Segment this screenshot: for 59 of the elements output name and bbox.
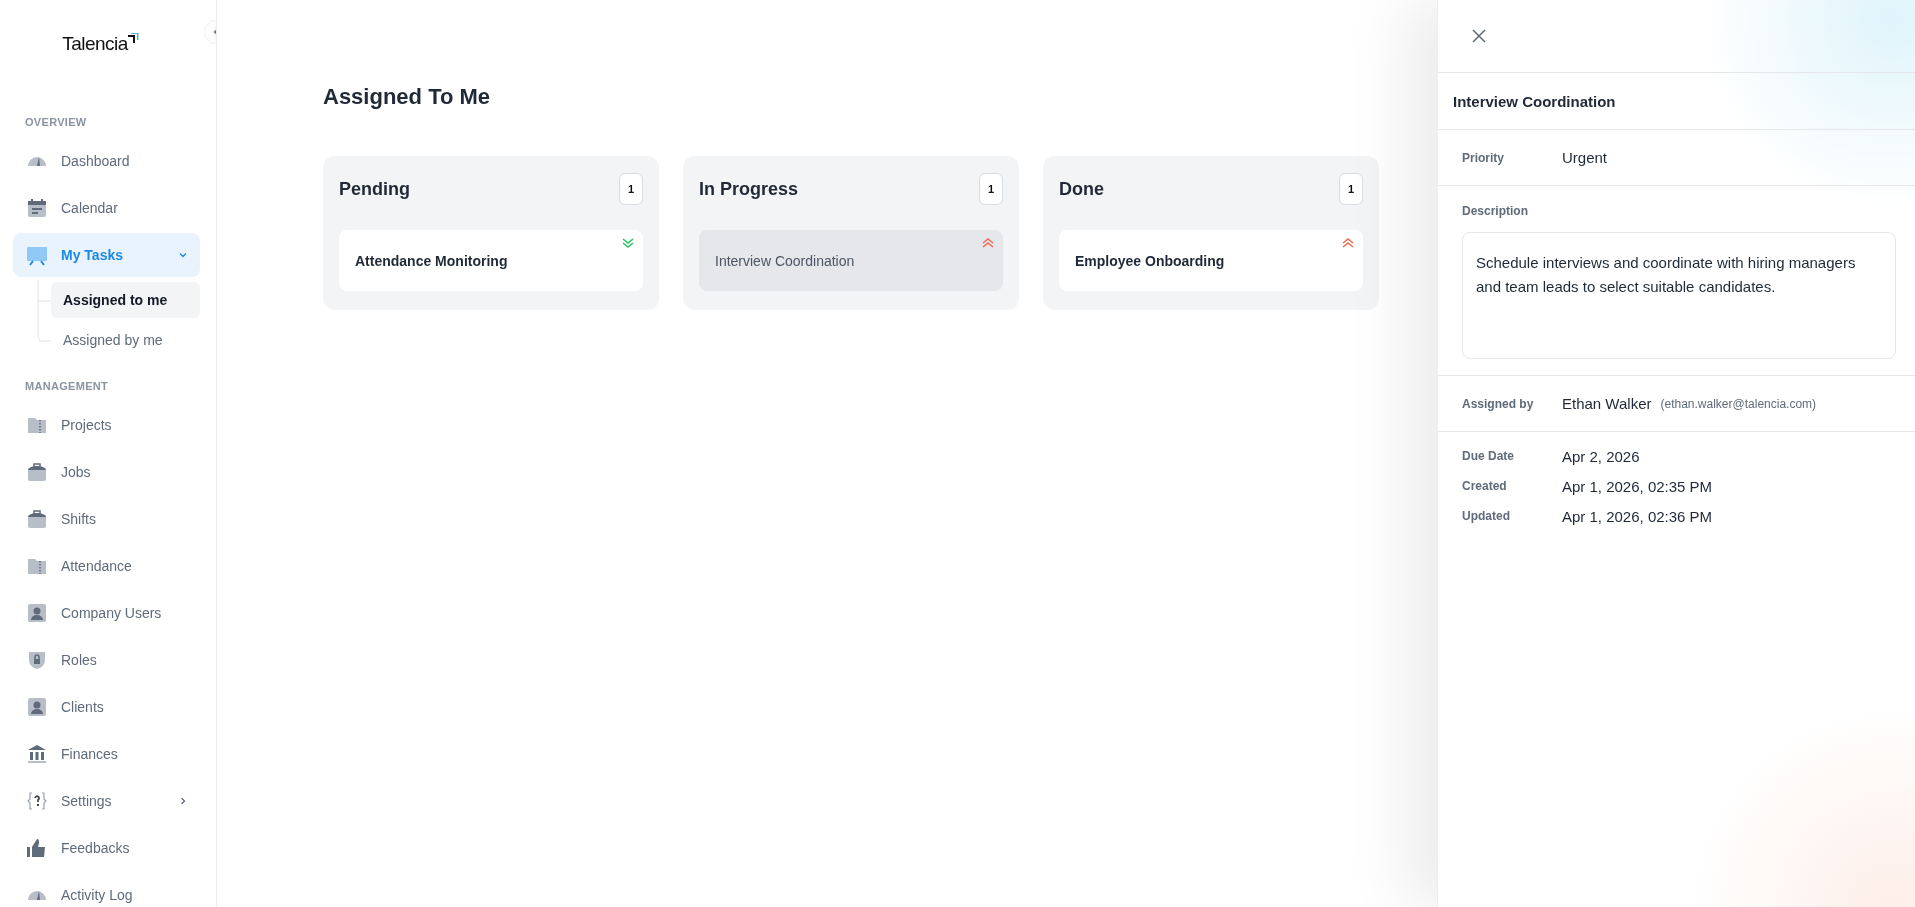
- case-icon: [26, 461, 48, 483]
- bank-icon: [26, 743, 48, 765]
- assignee-email: (ethan.walker@talencia.com): [1660, 396, 1817, 411]
- field-label: Description: [1462, 204, 1529, 218]
- board-icon: [26, 244, 48, 266]
- task-title: Attendance Monitoring: [355, 252, 508, 269]
- nav-item[interactable]: My Tasks: [13, 233, 200, 277]
- task-title: Interview Coordination: [715, 252, 855, 269]
- thumb-icon: [26, 837, 48, 859]
- field-label: Updated: [1462, 509, 1511, 523]
- person-icon: [26, 602, 48, 624]
- field-value: Urgent: [1562, 149, 1608, 166]
- field-value: Apr 1, 2026, 02:35 PM: [1562, 477, 1713, 495]
- task-card[interactable]: Interview Coordination: [699, 230, 1003, 291]
- nav-item[interactable]: Attendance: [13, 544, 200, 588]
- nav-item[interactable]: Finances: [13, 732, 200, 776]
- column-title: Done: [1059, 178, 1104, 200]
- calendar-icon: [26, 197, 48, 219]
- nav-item[interactable]: Roles: [13, 638, 200, 682]
- section-heading: MANAGEMENT: [24, 379, 110, 394]
- field-value: Apr 1, 2026, 02:36 PM: [1562, 507, 1713, 525]
- nav-item[interactable]: Shifts: [13, 497, 200, 541]
- nav-subitem[interactable]: Assigned by me: [51, 322, 200, 358]
- nav-item[interactable]: Feedbacks: [13, 826, 200, 870]
- column-title: In Progress: [699, 178, 799, 200]
- nav-item[interactable]: Settings: [13, 779, 200, 823]
- nav-item[interactable]: Company Users: [13, 591, 200, 635]
- nav-item[interactable]: Clients: [13, 685, 200, 729]
- shield-icon: [26, 649, 48, 671]
- nav-item[interactable]: Activity Log: [13, 873, 200, 907]
- nav-item[interactable]: Projects: [13, 403, 200, 447]
- gauge-icon: [26, 889, 48, 901]
- task-card[interactable]: Employee Onboarding: [1059, 230, 1363, 291]
- field-label: Created: [1462, 479, 1508, 493]
- nav-item[interactable]: Calendar: [13, 186, 200, 230]
- logo: Talencia: [62, 33, 140, 55]
- nav-subitem[interactable]: Assigned to me: [51, 282, 200, 318]
- count-badge: 1: [1339, 173, 1363, 205]
- person-icon: [26, 696, 48, 718]
- task-title: Employee Onboarding: [1075, 252, 1225, 269]
- section-heading: OVERVIEW: [24, 115, 88, 130]
- field-label: Assigned by: [1462, 396, 1535, 411]
- page-title: Assigned To Me: [323, 84, 492, 110]
- description-box: Schedule interviews and coordinate with hiring managers and team leads to select suitable candidates.: [1462, 232, 1896, 359]
- logo-mark-icon: [127, 33, 140, 43]
- gauge-icon: [26, 155, 48, 167]
- field-label: Priority: [1462, 150, 1505, 165]
- nav-item[interactable]: Jobs: [13, 450, 200, 494]
- column-title: Pending: [339, 178, 410, 200]
- task-card[interactable]: Attendance Monitoring: [339, 230, 643, 291]
- task-heading: Interview Coordination: [1438, 73, 1915, 130]
- count-badge: 1: [979, 173, 1003, 205]
- count-badge: 1: [619, 173, 643, 205]
- assignee-name: Ethan Walker: [1562, 395, 1652, 412]
- field-label: Due Date: [1462, 449, 1515, 463]
- case-icon: [26, 508, 48, 530]
- braces-icon: [26, 790, 48, 812]
- field-value: Apr 2, 2026: [1562, 447, 1640, 465]
- nav-item[interactable]: Dashboard: [13, 139, 200, 183]
